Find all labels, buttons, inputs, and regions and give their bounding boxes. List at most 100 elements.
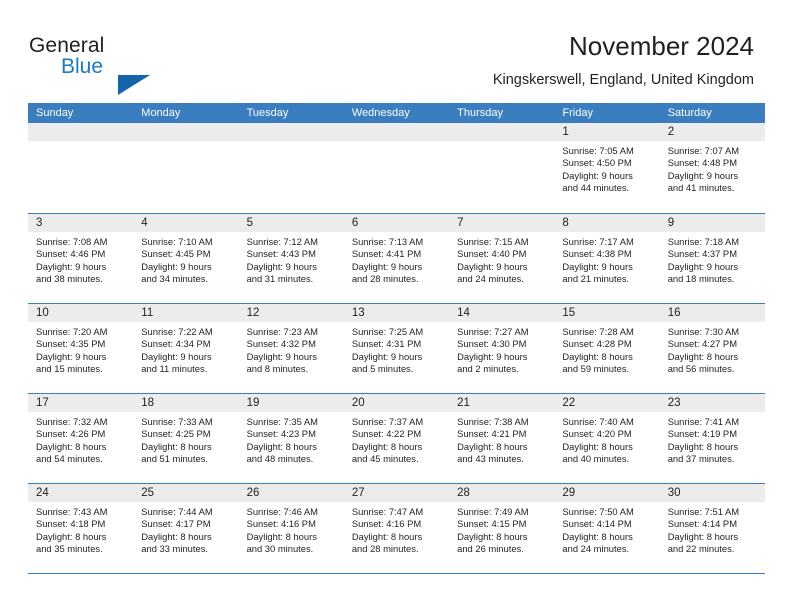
sunset-text: Sunset: 4:45 PM	[141, 248, 211, 260]
calendar-day-cell[interactable]: 5 Sunrise: 7:12 AM Sunset: 4:43 PM Daylight…	[238, 214, 344, 303]
sunrise-text: Sunrise: 7:43 AM	[36, 506, 108, 517]
calendar-day-cell-empty	[343, 123, 450, 213]
calendar-day-cell[interactable]: 14 Sunrise: 7:27 AM Sunset: 4:30 PM Dayligh…	[449, 304, 555, 393]
calendar-week-row: 17 Sunrise: 7:32 AM Sunset: 4:26 PM Dayligh…	[28, 393, 765, 483]
daylight-text-line2: and 54 minutes.	[36, 453, 103, 465]
calendar-day-cell[interactable]: 17 Sunrise: 7:32 AM Sunset: 4:26 PM Dayligh…	[28, 394, 134, 483]
sunrise-text: Sunrise: 7:33 AM	[141, 416, 213, 427]
sunrise-text: Sunrise: 7:28 AM	[562, 326, 634, 337]
sunset-text: Sunset: 4:37 PM	[667, 248, 737, 260]
day-details: Sunrise: 7:37 AM Sunset: 4:22 PM Daylight:…	[344, 412, 449, 466]
page-header: General Blue November 2024 Kingskerswell…	[0, 0, 792, 100]
daylight-text-line1: Daylight: 8 hours	[457, 440, 528, 452]
daylight-text-line1: Daylight: 8 hours	[246, 440, 317, 452]
calendar-day-cell[interactable]: 7 Sunrise: 7:15 AM Sunset: 4:40 PM Daylight…	[449, 214, 555, 303]
calendar-day-cell[interactable]: 26 Sunrise: 7:46 AM Sunset: 4:16 PM Dayligh…	[238, 484, 344, 573]
day-details: Sunrise: 7:15 AM Sunset: 4:40 PM Daylight:…	[449, 232, 554, 286]
day-number: 27	[343, 484, 450, 502]
calendar-week-row: 24 Sunrise: 7:43 AM Sunset: 4:18 PM Dayligh…	[28, 483, 765, 573]
calendar-day-cell[interactable]: 16 Sunrise: 7:30 AM Sunset: 4:27 PM Dayligh…	[659, 304, 765, 393]
sunset-text: Sunset: 4:16 PM	[351, 518, 422, 530]
daylight-text-line1: Daylight: 9 hours	[246, 350, 317, 362]
day-details: Sunrise: 7:44 AM Sunset: 4:17 PM Daylight:…	[133, 502, 238, 556]
day-details: Sunrise: 7:25 AM Sunset: 4:31 PM Daylight:…	[344, 322, 449, 376]
day-number: 7	[449, 214, 555, 232]
calendar-day-cell[interactable]: 19 Sunrise: 7:35 AM Sunset: 4:23 PM Dayligh…	[238, 394, 344, 483]
calendar-day-cell[interactable]: 29 Sunrise: 7:50 AM Sunset: 4:14 PM Dayligh…	[554, 484, 660, 573]
daylight-text-line1: Daylight: 9 hours	[562, 169, 633, 181]
calendar-day-cell[interactable]: 8 Sunrise: 7:17 AM Sunset: 4:38 PM Daylight…	[554, 214, 660, 303]
sunrise-text: Sunrise: 7:25 AM	[351, 326, 424, 337]
calendar-grid: Sunday Monday Tuesday Wednesday Thursday…	[28, 103, 765, 574]
day-number: 22	[554, 394, 660, 412]
sunrise-text: Sunrise: 7:18 AM	[667, 236, 740, 247]
sunset-text: Sunset: 4:48 PM	[667, 157, 737, 169]
calendar-day-cell[interactable]: 21 Sunrise: 7:38 AM Sunset: 4:21 PM Dayligh…	[449, 394, 555, 483]
sunset-text: Sunset: 4:18 PM	[36, 518, 106, 530]
daylight-text-line1: Daylight: 8 hours	[457, 530, 528, 542]
daylight-text-line1: Daylight: 9 hours	[667, 169, 739, 181]
calendar-day-cell[interactable]: 23 Sunrise: 7:41 AM Sunset: 4:19 PM Dayligh…	[659, 394, 765, 483]
calendar-day-cell[interactable]: 25 Sunrise: 7:44 AM Sunset: 4:17 PM Dayligh…	[133, 484, 239, 573]
daylight-text-line2: and 11 minutes.	[141, 363, 208, 375]
daylight-text-line1: Daylight: 8 hours	[667, 350, 739, 362]
calendar-day-cell[interactable]: 10 Sunrise: 7:20 AM Sunset: 4:35 PM Dayligh…	[28, 304, 134, 393]
sunrise-text: Sunrise: 7:13 AM	[351, 236, 424, 247]
day-details: Sunrise: 7:08 AM Sunset: 4:46 PM Daylight:…	[28, 232, 133, 286]
calendar-day-cell[interactable]: 2 Sunrise: 7:07 AM Sunset: 4:48 PM Daylight…	[659, 123, 765, 213]
weekday-header-sunday: Sunday	[36, 107, 74, 119]
calendar-day-cell[interactable]: 20 Sunrise: 7:37 AM Sunset: 4:22 PM Dayligh…	[343, 394, 450, 483]
calendar-day-cell[interactable]: 4 Sunrise: 7:10 AM Sunset: 4:45 PM Daylight…	[133, 214, 239, 303]
calendar-day-cell[interactable]: 15 Sunrise: 7:28 AM Sunset: 4:28 PM Dayligh…	[554, 304, 660, 393]
calendar-day-cell[interactable]: 9 Sunrise: 7:18 AM Sunset: 4:37 PM Daylight…	[659, 214, 765, 303]
sunrise-text: Sunrise: 7:51 AM	[667, 506, 740, 517]
sunset-text: Sunset: 4:41 PM	[351, 248, 422, 260]
day-number: 16	[659, 304, 765, 322]
calendar-day-cell[interactable]: 30 Sunrise: 7:51 AM Sunset: 4:14 PM Dayligh…	[659, 484, 765, 573]
sunset-text: Sunset: 4:21 PM	[457, 428, 527, 440]
day-details: Sunrise: 7:32 AM Sunset: 4:26 PM Daylight:…	[28, 412, 133, 466]
sunrise-text: Sunrise: 7:49 AM	[457, 506, 529, 517]
calendar-day-cell[interactable]: 24 Sunrise: 7:43 AM Sunset: 4:18 PM Dayligh…	[28, 484, 134, 573]
calendar-day-cell[interactable]: 3 Sunrise: 7:08 AM Sunset: 4:46 PM Daylight…	[28, 214, 134, 303]
day-details: Sunrise: 7:20 AM Sunset: 4:35 PM Daylight:…	[28, 322, 133, 376]
calendar-day-cell[interactable]: 13 Sunrise: 7:25 AM Sunset: 4:31 PM Dayligh…	[343, 304, 450, 393]
day-number	[238, 123, 344, 141]
calendar-day-cell[interactable]: 11 Sunrise: 7:22 AM Sunset: 4:34 PM Dayligh…	[133, 304, 239, 393]
logo[interactable]: General Blue	[29, 34, 249, 95]
sunrise-text: Sunrise: 7:17 AM	[562, 236, 634, 247]
daylight-text-line1: Daylight: 9 hours	[36, 350, 107, 362]
day-details: Sunrise: 7:28 AM Sunset: 4:28 PM Daylight:…	[554, 322, 659, 376]
daylight-text-line1: Daylight: 9 hours	[246, 260, 317, 272]
sunset-text: Sunset: 4:17 PM	[141, 518, 211, 530]
sunrise-text: Sunrise: 7:50 AM	[562, 506, 634, 517]
day-details: Sunrise: 7:17 AM Sunset: 4:38 PM Daylight:…	[554, 232, 659, 286]
calendar-day-cell-empty	[133, 123, 239, 213]
day-number: 6	[343, 214, 450, 232]
day-number	[28, 123, 134, 141]
day-number: 14	[449, 304, 555, 322]
calendar-day-cell[interactable]: 18 Sunrise: 7:33 AM Sunset: 4:25 PM Dayligh…	[133, 394, 239, 483]
daylight-text-line2: and 2 minutes.	[457, 363, 519, 375]
calendar-day-cell[interactable]: 12 Sunrise: 7:23 AM Sunset: 4:32 PM Dayligh…	[238, 304, 344, 393]
calendar-day-cell[interactable]: 27 Sunrise: 7:47 AM Sunset: 4:16 PM Dayligh…	[343, 484, 450, 573]
daylight-text-line1: Daylight: 8 hours	[562, 350, 633, 362]
day-details: Sunrise: 7:51 AM Sunset: 4:14 PM Daylight:…	[660, 502, 765, 556]
day-details: Sunrise: 7:33 AM Sunset: 4:25 PM Daylight:…	[133, 412, 238, 466]
sunset-text: Sunset: 4:31 PM	[351, 338, 422, 350]
daylight-text-line2: and 56 minutes.	[667, 363, 735, 375]
day-number	[343, 123, 450, 141]
calendar-day-cell[interactable]: 22 Sunrise: 7:40 AM Sunset: 4:20 PM Dayligh…	[554, 394, 660, 483]
sunset-text: Sunset: 4:25 PM	[141, 428, 211, 440]
day-number: 8	[554, 214, 660, 232]
calendar-day-cell[interactable]: 28 Sunrise: 7:49 AM Sunset: 4:15 PM Dayligh…	[449, 484, 555, 573]
day-details: Sunrise: 7:22 AM Sunset: 4:34 PM Daylight:…	[133, 322, 238, 376]
calendar-day-cell[interactable]: 6 Sunrise: 7:13 AM Sunset: 4:41 PM Daylight…	[343, 214, 450, 303]
daylight-text-line2: and 31 minutes.	[246, 273, 314, 285]
calendar-day-cell[interactable]: 1 Sunrise: 7:05 AM Sunset: 4:50 PM Daylight…	[554, 123, 660, 213]
sunset-text: Sunset: 4:27 PM	[667, 338, 737, 350]
sunrise-text: Sunrise: 7:08 AM	[36, 236, 108, 247]
day-details: Sunrise: 7:27 AM Sunset: 4:30 PM Daylight:…	[449, 322, 554, 376]
calendar-weeks: 1 Sunrise: 7:05 AM Sunset: 4:50 PM Daylight…	[28, 123, 765, 573]
day-number: 25	[133, 484, 239, 502]
